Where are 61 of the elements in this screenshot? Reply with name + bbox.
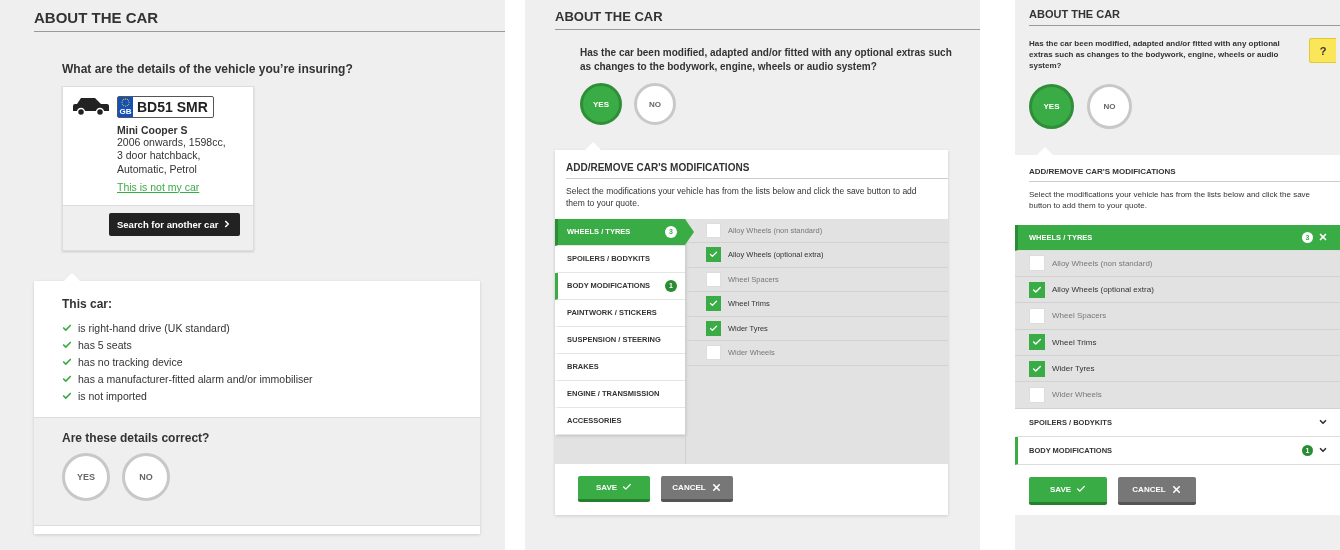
section-heading: ABOUT THE CAR	[1029, 8, 1340, 26]
option-label: Alloy Wheels (non standard)	[1052, 258, 1153, 268]
check-icon	[62, 391, 72, 402]
country-code: GB	[119, 107, 132, 116]
section-heading: ABOUT THE CAR	[34, 9, 505, 32]
check-icon	[1032, 284, 1042, 295]
intro-text: Select the modifications your vehicle has from the lists below and click the save button to add them to your quote.	[566, 185, 918, 210]
feature-text: is not imported	[78, 390, 147, 403]
feature-text: has 5 seats	[78, 339, 132, 352]
checkbox[interactable]	[1029, 360, 1045, 377]
check-icon	[1076, 484, 1087, 495]
close-icon	[1170, 483, 1182, 495]
cancel-button[interactable]: CANCEL	[661, 475, 733, 502]
modifications-title: ADD/REMOVE CAR'S MODIFICATIONS	[566, 162, 948, 179]
car-detail: 3 door hatchback,	[117, 149, 202, 164]
option-label: Wheel Trims	[1052, 337, 1097, 347]
choice-button[interactable]: NO	[1087, 83, 1132, 129]
close-icon	[1318, 232, 1328, 243]
feature-text: is right-hand drive (UK standard)	[78, 322, 230, 335]
car-detail: Automatic, Petrol	[117, 163, 198, 177]
option-label: Wider Wheels	[1052, 390, 1102, 400]
checkbox[interactable]	[706, 320, 721, 336]
list-title: This car:	[62, 296, 113, 311]
question-text: Are these details correct?	[62, 429, 211, 447]
checkbox[interactable]	[706, 247, 721, 263]
feature-text: has a manufacturer-fitted alarm and/or immobiliser	[78, 373, 313, 386]
check-icon	[709, 250, 718, 260]
checkbox[interactable]	[1029, 334, 1045, 351]
search-button[interactable]: Search for another car	[109, 212, 241, 236]
help-button[interactable]: ?	[1309, 38, 1336, 63]
stars-icon	[121, 97, 130, 107]
feature-text: has no tracking device	[78, 356, 183, 369]
question-text: Has the car been modified, adapted and/or fitted with any optional extras such as changes to the bodywork, engine, wheels or audio system?	[580, 46, 953, 74]
car-model: Mini Cooper S	[117, 123, 189, 136]
check-icon	[1032, 337, 1042, 348]
question-text: Has the car been modified, adapted and/or fitted with any optional extras such as changes to the bodywork, engine, wheels or audio system?	[1029, 38, 1281, 72]
car-detail: 2006 onwards, 1598cc,	[117, 135, 226, 150]
checkbox[interactable]	[1029, 281, 1045, 298]
checkbox[interactable]	[706, 296, 721, 312]
intro-text: Select the modifications your vehicle has from the lists below and click the save button to add them to your quote.	[1029, 188, 1312, 212]
check-icon	[62, 374, 72, 385]
question-text: What are the details of the vehicle you’re insuring?	[62, 61, 354, 78]
cancel-button[interactable]: CANCEL	[1118, 476, 1196, 505]
option-label: Alloy Wheels (optional extra)	[1052, 285, 1154, 295]
check-icon	[62, 340, 72, 351]
choice-button[interactable]: NO	[634, 83, 676, 125]
section-heading: ABOUT THE CAR	[555, 9, 980, 30]
choice-button[interactable]: NO	[122, 452, 170, 501]
check-icon	[709, 299, 718, 309]
check-icon	[1032, 363, 1042, 374]
car-icon	[73, 95, 109, 116]
choice-button[interactable]: YES	[62, 452, 110, 501]
close-icon	[710, 481, 722, 493]
check-icon	[622, 482, 633, 493]
check-icon	[62, 323, 72, 334]
check-icon	[709, 323, 718, 333]
option-label: Wheel Spacers	[1052, 311, 1107, 321]
option-label: Wider Tyres	[1052, 364, 1095, 374]
registration-number: BD51 SMR	[136, 97, 208, 117]
modifications-title: ADD/REMOVE CAR'S MODIFICATIONS	[1029, 166, 1340, 182]
check-icon	[62, 357, 72, 368]
